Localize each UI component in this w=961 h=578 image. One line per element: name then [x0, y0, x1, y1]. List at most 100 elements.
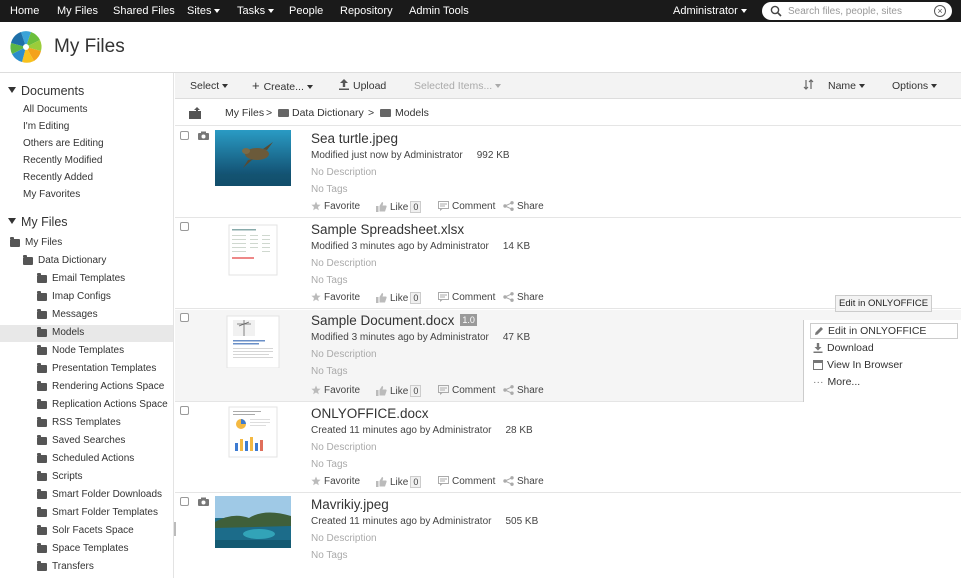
breadcrumb-item[interactable]: Data Dictionary — [292, 107, 364, 119]
user-menu[interactable]: Administrator — [673, 0, 747, 22]
download-action[interactable]: Download — [810, 340, 958, 356]
file-name-link[interactable]: Sample Spreadsheet.xlsx — [311, 222, 464, 237]
comment-button[interactable]: Comment — [438, 201, 495, 212]
tree-label: Smart Folder Templates — [52, 507, 158, 518]
create-menu[interactable]: + Create... — [252, 73, 313, 99]
select-menu[interactable]: Select — [190, 73, 229, 99]
options-menu[interactable]: Options — [892, 73, 938, 99]
file-row[interactable]: Sea turtle.jpeg Modified just now by Adm… — [175, 128, 961, 218]
tree-item-my-files[interactable]: My Files — [0, 235, 173, 252]
tree-item-scheduled-actions[interactable]: Scheduled Actions — [0, 451, 173, 468]
share-icon — [503, 385, 514, 395]
file-description: No Description — [311, 167, 377, 178]
tree-item-email-templates[interactable]: Email Templates — [0, 271, 173, 288]
comment-button[interactable]: Comment — [438, 476, 495, 487]
more-actions[interactable]: ··· More... — [810, 374, 958, 390]
share-button[interactable]: Share — [503, 476, 544, 487]
share-button[interactable]: Share — [503, 201, 544, 212]
comment-button[interactable]: Comment — [438, 385, 495, 396]
sidebar-link-recently-added[interactable]: Recently Added — [23, 172, 93, 183]
share-button[interactable]: Share — [503, 385, 544, 396]
file-checkbox[interactable] — [180, 131, 189, 140]
nav-my-files[interactable]: My Files — [57, 0, 98, 22]
tree-item-scripts[interactable]: Scripts — [0, 469, 173, 486]
tree-item-node-templates[interactable]: Node Templates — [0, 343, 173, 360]
file-checkbox[interactable] — [180, 313, 189, 322]
file-created: Created 11 minutes ago by Administrator — [311, 425, 492, 436]
file-name-link[interactable]: ONLYOFFICE.docx — [311, 406, 429, 421]
selected-items-menu[interactable]: Selected Items... — [414, 73, 502, 99]
sidebar-link-im-editing[interactable]: I'm Editing — [23, 121, 69, 132]
file-thumbnail[interactable] — [215, 496, 291, 548]
tree-item-rss-templates[interactable]: RSS Templates — [0, 415, 173, 432]
nav-tasks[interactable]: Tasks — [237, 0, 275, 22]
document-actions-menu: Edit in ONLYOFFICE Download View In Brow… — [803, 320, 961, 402]
sidebar-link-my-favorites[interactable]: My Favorites — [23, 189, 80, 200]
tree-item-smart-folder-downloads[interactable]: Smart Folder Downloads — [0, 487, 173, 504]
tree-item-imap-configs[interactable]: Imap Configs — [0, 289, 173, 306]
folder-icon — [37, 273, 47, 283]
folder-icon — [37, 453, 47, 463]
nav-sites[interactable]: Sites — [187, 0, 221, 22]
tree-item-models[interactable]: Models — [0, 325, 173, 342]
tree-item-space-templates[interactable]: Space Templates — [0, 541, 173, 558]
tree-item-data-dictionary[interactable]: Data Dictionary — [0, 253, 173, 270]
like-button[interactable]: Like 0 — [376, 476, 422, 488]
tree-item-presentation-templates[interactable]: Presentation Templates — [0, 361, 173, 378]
sidebar-link-others-editing[interactable]: Others are Editing — [23, 138, 104, 149]
sidebar-link-all-documents[interactable]: All Documents — [23, 104, 87, 115]
documents-section-toggle[interactable]: Documents — [8, 84, 84, 98]
favorite-button[interactable]: Favorite — [311, 476, 360, 487]
tree-item-messages[interactable]: Messages — [0, 307, 173, 324]
file-checkbox[interactable] — [180, 222, 189, 231]
file-thumbnail[interactable] — [215, 130, 291, 186]
sort-direction-button[interactable] — [803, 73, 814, 99]
sort-field-menu[interactable]: Name — [828, 73, 866, 99]
file-name-link[interactable]: Mavrikiy.jpeg — [311, 497, 389, 512]
create-label: Create... — [263, 81, 304, 93]
file-row[interactable]: Mavrikiy.jpeg Created 11 minutes ago by … — [175, 494, 961, 578]
nav-people[interactable]: People — [289, 0, 323, 22]
nav-home[interactable]: Home — [10, 0, 39, 22]
nav-repository[interactable]: Repository — [340, 0, 393, 22]
comment-button[interactable]: Comment — [438, 292, 495, 303]
search-input[interactable] — [788, 3, 928, 19]
file-name-link[interactable]: Sample Document.docx 1.0 — [311, 313, 477, 328]
folder-up-icon[interactable] — [189, 107, 202, 119]
like-button[interactable]: Like 0 — [376, 292, 422, 304]
nav-admin-tools[interactable]: Admin Tools — [409, 0, 469, 22]
file-checkbox[interactable] — [180, 406, 189, 415]
pencil-icon — [815, 327, 823, 335]
like-button[interactable]: Like 0 — [376, 385, 422, 397]
sidebar-link-recently-modified[interactable]: Recently Modified — [23, 155, 102, 166]
alfresco-logo — [7, 28, 45, 69]
file-name-link[interactable]: Sea turtle.jpeg — [311, 131, 398, 146]
tree-label: Scheduled Actions — [52, 453, 135, 464]
file-thumbnail[interactable] — [215, 221, 291, 277]
file-thumbnail[interactable] — [215, 405, 291, 461]
clear-search-icon[interactable]: × — [934, 5, 946, 17]
share-label: Share — [517, 292, 544, 303]
favorite-button[interactable]: Favorite — [311, 292, 360, 303]
folder-icon — [37, 327, 47, 337]
favorite-button[interactable]: Favorite — [311, 201, 360, 212]
like-button[interactable]: Like 0 — [376, 201, 422, 213]
file-checkbox[interactable] — [180, 497, 189, 506]
share-button[interactable]: Share — [503, 292, 544, 303]
tree-item-saved-searches[interactable]: Saved Searches — [0, 433, 173, 450]
my-files-section-toggle[interactable]: My Files — [8, 215, 68, 229]
tree-item-transfers[interactable]: Transfers — [0, 559, 173, 576]
file-row[interactable]: ONLYOFFICE.docx Created 11 minutes ago b… — [175, 403, 961, 493]
nav-shared-files[interactable]: Shared Files — [113, 0, 175, 22]
file-thumbnail[interactable] — [215, 312, 291, 368]
favorite-button[interactable]: Favorite — [311, 385, 360, 396]
tree-item-replication-actions-space[interactable]: Replication Actions Space — [0, 397, 173, 414]
thumbs-up-icon — [376, 477, 387, 487]
edit-in-onlyoffice-action[interactable]: Edit in ONLYOFFICE — [810, 323, 958, 339]
breadcrumb-item[interactable]: My Files — [225, 107, 264, 119]
upload-button[interactable]: Upload — [339, 73, 386, 99]
tree-item-solr-facets-space[interactable]: Solr Facets Space — [0, 523, 173, 540]
tree-item-smart-folder-templates[interactable]: Smart Folder Templates — [0, 505, 173, 522]
tree-item-rendering-actions-space[interactable]: Rendering Actions Space — [0, 379, 173, 396]
view-in-browser-action[interactable]: View In Browser — [810, 357, 958, 373]
